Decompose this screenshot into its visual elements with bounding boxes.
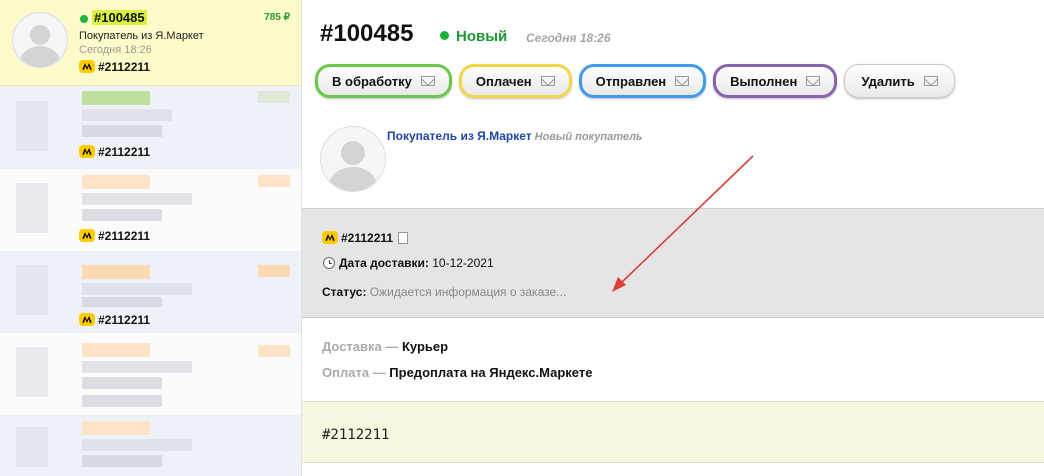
order-list-item[interactable]: #2112211 [0,87,301,169]
completed-button[interactable]: Выполнен [713,64,838,98]
yandex-market-icon [79,229,95,242]
order-list-item[interactable]: #2112211 [0,169,301,251]
customer-info: Покупатель из Я.Маркет Новый покупатель [387,129,642,143]
order-detail: #100485 Новый Сегодня 18:26 В обработку … [302,0,1044,476]
external-order-id: #2112211 [79,313,150,327]
order-time: Сегодня 18:26 [526,31,611,45]
mail-icon [806,76,821,86]
mail-icon [923,76,938,86]
order-number: #100485 [80,10,147,25]
order-time: Сегодня 18:26 [79,44,152,56]
order-list-item[interactable] [0,333,301,415]
clock-icon [323,257,335,269]
customer-tag: Новый покупатель [534,131,643,143]
paid-button[interactable]: Оплачен [458,64,572,98]
yandex-market-icon [79,60,95,73]
avatar [12,12,68,68]
external-order-id: #2112211 [79,145,150,159]
yandex-market-icon [79,145,95,158]
copy-icon[interactable] [395,232,409,248]
delivery-date: Дата доставки: 10-12-2021 [323,256,494,270]
delivery-method: Доставка — Курьер [322,339,449,354]
yandex-market-icon [322,231,338,244]
status-dot-icon [440,31,449,40]
external-order-id: #2112211 [79,60,150,74]
payment-method: Оплата — Предоплата на Яндекс.Маркете [322,365,593,380]
order-title: #100485 [320,20,414,47]
order-list: #100485 785 ₽ Покупатель из Я.Маркет Сег… [0,0,302,476]
external-order-id: #2112211 [79,229,150,243]
mail-icon [540,76,555,86]
order-list-item[interactable] [0,415,301,476]
delete-button[interactable]: Удалить [844,64,955,98]
status-dot-icon [80,14,88,23]
yandex-market-icon [79,313,95,326]
in-progress-button[interactable]: В обработку [315,64,452,98]
buyer-name: Покупатель из Я.Маркет [79,30,204,42]
customer-name-link[interactable]: Покупатель из Я.Маркет [387,129,532,143]
customer-avatar [320,126,386,192]
order-price: 785 ₽ [264,12,290,23]
shipped-button[interactable]: Отправлен [578,64,707,98]
market-info-panel: #2112211 Дата доставки: 10-12-2021 Стату… [302,208,1044,318]
order-status: Новый [440,28,507,45]
order-list-item-active[interactable]: #100485 785 ₽ Покупатель из Я.Маркет Сег… [0,0,301,86]
note-text: #2112211 [322,427,390,443]
status-buttons: В обработку Оплачен Отправлен Выполнен У… [315,64,955,98]
mail-icon [675,76,690,86]
order-note: #2112211 [302,401,1044,463]
market-status: Статус: Ожидается информация о заказе... [322,285,567,299]
order-list-item[interactable]: #2112211 [0,251,301,333]
external-order-id: #2112211 [322,231,409,248]
mail-icon [420,76,435,86]
